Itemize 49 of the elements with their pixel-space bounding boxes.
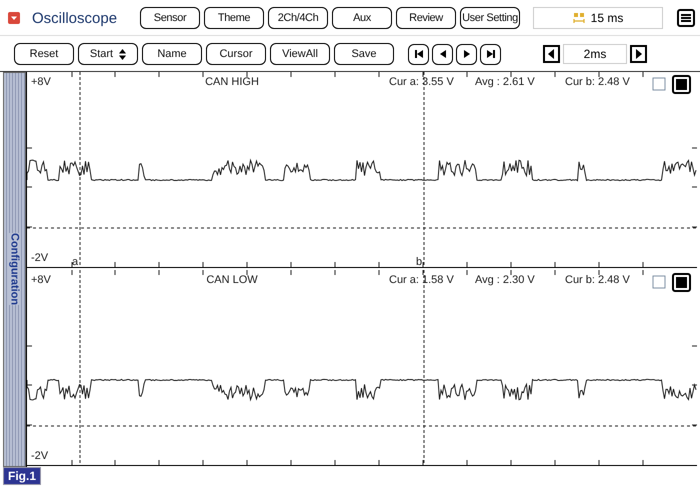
configuration-tab[interactable]: Configuration [3, 72, 26, 467]
channel-name: CAN HIGH [205, 76, 259, 88]
control-button[interactable]: ViewAll [270, 43, 330, 65]
timebase-field[interactable]: 2ms [563, 44, 627, 64]
skip-end-icon [486, 49, 496, 59]
left-triangle-icon [438, 49, 448, 59]
toolbar-button[interactable]: Aux [332, 7, 392, 29]
toolbar-button[interactable]: User Setting [460, 7, 520, 29]
control-button[interactable]: Cursor [206, 43, 266, 65]
channel-name: CAN LOW [206, 274, 258, 286]
checkbox[interactable] [652, 78, 666, 90]
control-button[interactable]: Start [78, 43, 138, 65]
toolbar-button[interactable]: Theme [204, 7, 264, 29]
scale-label: +8V [31, 274, 51, 286]
checkbox[interactable] [652, 276, 666, 288]
readout: Cur b: 2.48 V [565, 274, 630, 286]
cursor-label: a [72, 256, 78, 268]
control-button[interactable]: Reset [14, 43, 74, 65]
next-button[interactable] [456, 44, 477, 64]
scale-label: -2V [31, 450, 48, 462]
scale-label: +8V [31, 76, 51, 88]
decrease-button[interactable] [543, 45, 560, 63]
dropdown-icon[interactable] [8, 12, 20, 24]
readout: Cur a: 1.58 V [389, 274, 454, 286]
scale-label: -2V [31, 252, 48, 264]
menu-icon[interactable] [677, 9, 695, 27]
toolbar-button[interactable]: 2Ch/4Ch [268, 7, 328, 29]
last-button[interactable] [480, 44, 501, 64]
square-button[interactable] [672, 273, 691, 292]
first-button[interactable] [408, 44, 429, 64]
cursor-label: b [416, 256, 422, 268]
readout: Cur a: 3.55 V [389, 76, 454, 88]
measure-icon [572, 12, 585, 24]
right-triangle-icon [462, 49, 472, 59]
previous-button[interactable] [432, 44, 453, 64]
time-display: 15 ms [533, 7, 663, 29]
toolbar-button[interactable]: Sensor [140, 7, 200, 29]
figure-label: Fig.1 [3, 467, 42, 485]
control-button[interactable]: Name [142, 43, 202, 65]
readout: Avg : 2.30 V [475, 274, 535, 286]
control-button[interactable]: Save [334, 43, 394, 65]
readout: Cur b: 2.48 V [565, 76, 630, 88]
readout: Avg : 2.61 V [475, 76, 535, 88]
square-button[interactable] [672, 75, 691, 94]
toolbar-button[interactable]: Review [396, 7, 456, 29]
updown-icon [119, 48, 126, 60]
increase-button[interactable] [630, 45, 647, 63]
skip-start-icon [414, 49, 424, 59]
app-title: Oscilloscope [32, 10, 118, 26]
